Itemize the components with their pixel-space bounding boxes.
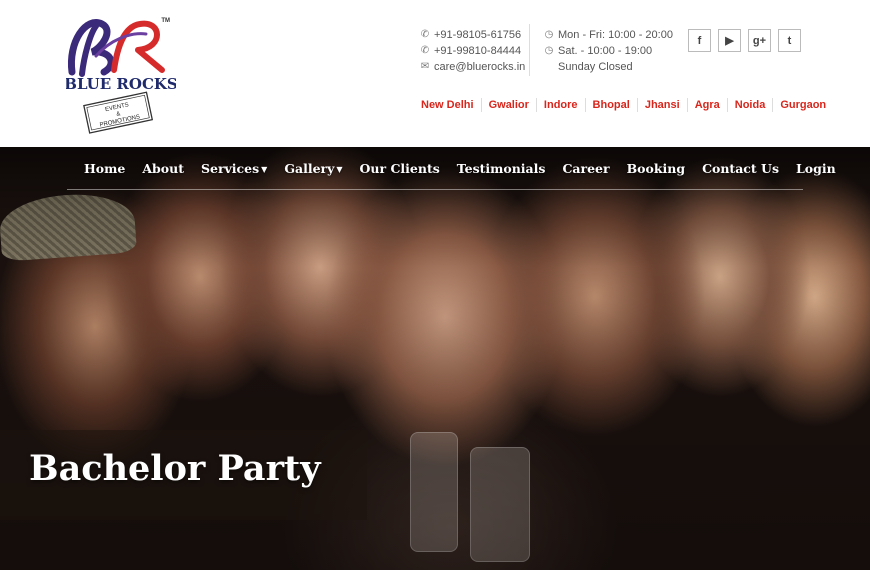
nav-our-clients[interactable]: Our Clients [360,161,440,176]
hero-banner: Home About Services ▼ Gallery ▼ Our Client… [0,147,870,570]
email-link[interactable]: care@bluerocks.in [434,59,525,75]
hero-caption: Bachelor Party [29,448,321,489]
hours-weekday: Mon - Fri: 10:00 - 20:00 [558,29,673,41]
city-link-indore[interactable]: Indore [535,98,585,112]
opening-hours: ◷ Mon - Fri: 10:00 - 20:00 ◷ Sat. - 10:0… [543,27,673,75]
nav-about[interactable]: About [142,161,184,176]
hours-saturday: Sat. - 10:00 - 19:00 [558,45,653,57]
hours-row-1: ◷ Mon - Fri: 10:00 - 20:00 [543,27,673,43]
city-link-gurgaon[interactable]: Gurgaon [772,98,833,112]
contact-divider [529,24,530,76]
contact-info: ✆ +91-98105-61756 ✆ +91-99810-84444 ✉ ca… [419,27,525,75]
phone-icon: ✆ [420,45,430,56]
youtube-icon[interactable]: ▶ [718,29,741,52]
phone-row-1: ✆ +91-98105-61756 [419,27,525,43]
caret-down-icon: ▼ [336,164,343,174]
nav-gallery[interactable]: Gallery ▼ [284,161,342,176]
phone-icon: ✆ [420,29,430,40]
nav-home[interactable]: Home [84,161,125,176]
nav-booking[interactable]: Booking [627,161,685,176]
nav-contact-us[interactable]: Contact Us [702,161,779,176]
phone-1[interactable]: +91-98105-61756 [434,27,521,43]
site-header: TM BLUE ROCKS EVENTS & PROMOTIONS ✆ +91-… [0,0,870,147]
city-link-bhopal[interactable]: Bhopal [584,98,637,112]
nav-career[interactable]: Career [562,161,609,176]
logo-mark: TM BLUE ROCKS EVENTS & PROMOTIONS [66,18,176,134]
clock-icon: ◷ [544,45,554,56]
main-nav: Home About Services ▼ Gallery ▼ Our Client… [67,147,836,190]
google-plus-icon[interactable]: g+ [748,29,771,52]
trademark: TM [161,18,170,24]
hours-sunday: Sunday Closed [558,61,633,73]
city-link-new-delhi[interactable]: New Delhi [414,98,481,112]
city-link-gwalior[interactable]: Gwalior [480,98,536,112]
clock-icon: ◷ [544,29,554,40]
phone-row-2: ✆ +91-99810-84444 [419,43,525,59]
social-links: f ▶ g+ t [688,29,801,52]
brand-name: BLUE ROCKS [66,75,176,93]
nav-services[interactable]: Services ▼ [201,161,267,176]
city-link-noida[interactable]: Noida [726,98,773,112]
city-link-agra[interactable]: Agra [686,98,727,112]
nav-login[interactable]: Login [796,161,836,176]
city-links: New Delhi Gwalior Indore Bhopal Jhansi A… [414,98,833,112]
brand-logo[interactable]: TM BLUE ROCKS EVENTS & PROMOTIONS [66,12,176,134]
hours-row-3: Sunday Closed [543,59,673,75]
caret-down-icon: ▼ [261,164,268,174]
city-link-jhansi[interactable]: Jhansi [636,98,687,112]
hours-row-2: ◷ Sat. - 10:00 - 19:00 [543,43,673,59]
twitter-icon[interactable]: t [778,29,801,52]
envelope-icon: ✉ [420,61,430,72]
facebook-icon[interactable]: f [688,29,711,52]
email-row: ✉ care@bluerocks.in [419,59,525,75]
nav-testimonials[interactable]: Testimonials [457,161,546,176]
phone-2[interactable]: +91-99810-84444 [434,43,521,59]
